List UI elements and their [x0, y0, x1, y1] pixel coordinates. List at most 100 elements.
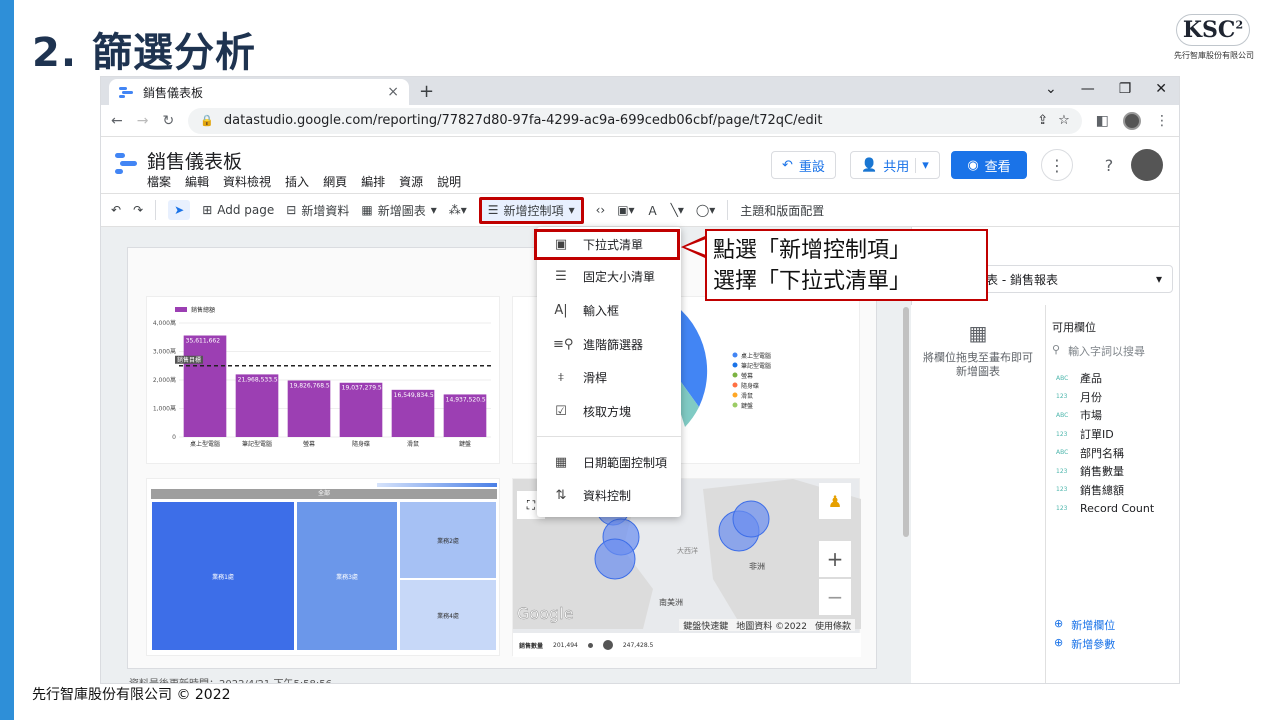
text-type-icon: ABC	[1056, 374, 1069, 382]
pie-legend-swatch	[732, 402, 738, 408]
image-icon[interactable]: ▣▾	[617, 203, 634, 217]
url-bar[interactable]: 🔒 datastudio.google.com/reporting/77827d…	[188, 107, 1082, 134]
bar-chart[interactable]: 銷售總額 0 1,000萬 2,000萬 3,000萬 4,000萬 35,611,662 桌…	[146, 296, 500, 464]
browser-tab[interactable]: 銷售儀表板 ×	[109, 79, 409, 105]
bar-legend-swatch	[175, 307, 187, 312]
treemap-cell-4[interactable]: 業務4處	[399, 579, 497, 651]
advanced-filter-icon: ≡⚲	[553, 336, 574, 352]
field-item[interactable]: 123 月份	[1046, 388, 1179, 407]
back-icon[interactable]: ←	[111, 113, 123, 129]
map-terms-link[interactable]: 使用條款	[815, 619, 851, 632]
map-shortcuts-link[interactable]: 鍵盤快速鍵	[683, 619, 728, 632]
add-chart-button[interactable]: ▦ 新增圖表 ▾	[361, 202, 436, 219]
add-field-button[interactable]: ⊕ 新增欄位	[1054, 617, 1115, 633]
slide-footer: 先行智庫股份有限公司 © 2022	[32, 687, 231, 703]
shape-icon[interactable]: ◯▾	[696, 203, 715, 217]
embed-code-icon[interactable]: ‹›	[596, 203, 606, 217]
menu-item-dropdown-list[interactable]: ▣ 下拉式清單	[534, 229, 680, 260]
line-icon[interactable]: ╲▾	[671, 203, 684, 217]
add-circle-icon: ⊕	[1054, 617, 1064, 630]
field-item[interactable]: ABC 市場	[1046, 406, 1179, 425]
field-item[interactable]: 123 Record Count	[1046, 499, 1179, 518]
zoom-in-button[interactable]: +	[819, 541, 851, 577]
callout-line-1: 點選「新增控制項」	[713, 238, 912, 263]
help-icon[interactable]: ?	[1093, 149, 1125, 181]
text-type-icon: ABC	[1056, 411, 1069, 419]
close-window-icon[interactable]: ✕	[1155, 81, 1167, 97]
profile-avatar[interactable]	[1123, 111, 1141, 130]
more-options-button[interactable]: ⋮	[1041, 149, 1073, 181]
menu-item-date-range[interactable]: ▦ 日期範圍控制項	[537, 445, 681, 479]
bookmark-star-icon[interactable]: ☆	[1058, 113, 1070, 128]
report-canvas[interactable]: 銷售總額 0 1,000萬 2,000萬 3,000萬 4,000萬 35,611,662 桌…	[127, 247, 877, 669]
tab-close-icon[interactable]: ×	[387, 84, 399, 100]
available-fields-pane: 可用欄位 ⚲ 輸入字詞以搜尋 ABC 產品 123 月份 ABC 市場 123 訂單ID ABC 部…	[1045, 305, 1179, 683]
field-item[interactable]: 123 訂單ID	[1046, 425, 1179, 444]
number-type-icon: 123	[1056, 467, 1068, 475]
add-person-icon: 👤	[861, 157, 878, 173]
zoom-out-button[interactable]: −	[819, 579, 851, 615]
redo-icon[interactable]: ↷	[133, 203, 143, 217]
menu-insert[interactable]: 插入	[285, 173, 309, 190]
menu-resource[interactable]: 資源	[399, 173, 423, 190]
menu-help[interactable]: 說明	[437, 173, 461, 190]
user-avatar[interactable]	[1131, 149, 1163, 181]
select-cursor-icon[interactable]: ➤	[168, 200, 191, 220]
reset-button[interactable]: ↶ 重設	[771, 151, 836, 179]
map-bubble[interactable]	[594, 538, 636, 580]
menu-item-checkbox[interactable]: ☑ 核取方塊	[537, 395, 681, 429]
add-param-button[interactable]: ⊕ 新增參數	[1054, 636, 1115, 652]
menu-file[interactable]: 檔案	[147, 173, 171, 190]
report-title[interactable]: 銷售儀表板	[147, 147, 242, 174]
field-item[interactable]: 123 銷售數量	[1046, 462, 1179, 481]
undo-icon[interactable]: ↶	[111, 203, 121, 217]
menu-item-input-box[interactable]: A| 輸入框	[537, 294, 681, 328]
menu-edit[interactable]: 編輯	[185, 173, 209, 190]
slide: 2. 篩選分析 KSC2 先行智庫股份有限公司 先行智庫股份有限公司 © 202…	[0, 0, 1280, 720]
tab-search-icon[interactable]: ⌄	[1045, 81, 1057, 97]
side-panel-icon[interactable]: ◧	[1096, 113, 1109, 129]
restore-icon[interactable]: ❐	[1119, 81, 1132, 97]
menu-data-view[interactable]: 資料檢視	[223, 173, 271, 190]
menu-item-advanced-filter[interactable]: ≡⚲ 進階篩選器	[537, 327, 681, 361]
browser-menu-icon[interactable]: ⋮	[1155, 113, 1169, 129]
community-viz-icon[interactable]: ⁂▾	[449, 203, 467, 217]
street-view-pegman-icon[interactable]: ♟	[819, 483, 851, 519]
datasource-select[interactable]: 報表 - 銷售報表 ▾	[963, 265, 1173, 293]
field-item[interactable]: 123 銷售總額	[1046, 481, 1179, 500]
share-dropdown-icon[interactable]: ▾	[915, 157, 929, 173]
forward-icon[interactable]: →	[137, 113, 149, 129]
menu-item-slider[interactable]: ⧧ 滑桿	[537, 361, 681, 395]
field-item[interactable]: ABC 部門名稱	[1046, 443, 1179, 462]
add-page-button[interactable]: ⊞ Add page	[202, 203, 274, 217]
add-data-button[interactable]: ⊟ 新增資料	[286, 202, 349, 219]
menu-item-fixed-list[interactable]: ☰ 固定大小清單	[537, 260, 681, 294]
url-text[interactable]: datastudio.google.com/reporting/77827d80…	[224, 113, 1027, 128]
share-button[interactable]: 👤 共用 ▾	[850, 151, 940, 179]
pie-legend-swatch	[732, 352, 738, 358]
map-bubble[interactable]	[732, 500, 770, 538]
treemap-cell-1[interactable]: 業務1處	[151, 501, 295, 651]
available-fields-title: 可用欄位	[1052, 321, 1096, 334]
search-icon: ⚲	[1052, 343, 1061, 356]
y-tick-label: 3,000萬	[153, 348, 176, 356]
treemap-cell-2[interactable]: 業務2處	[399, 501, 497, 579]
share-page-icon[interactable]: ⇪	[1037, 113, 1048, 128]
reload-icon[interactable]: ↻	[162, 113, 174, 129]
minimize-icon[interactable]: —	[1081, 81, 1095, 97]
theme-layout-button[interactable]: 主題和版面配置	[740, 202, 824, 219]
menu-item-data-control[interactable]: ⇅ 資料控制	[537, 479, 681, 513]
field-item[interactable]: ABC 產品	[1046, 369, 1179, 388]
view-button[interactable]: ◉ 查看	[951, 151, 1027, 179]
field-search[interactable]: ⚲ 輸入字詞以搜尋	[1046, 339, 1179, 369]
add-control-button[interactable]: ☰ 新增控制項 ▾	[478, 196, 584, 224]
datastudio-logo-icon	[115, 151, 137, 175]
logo-mark: KSC2	[1175, 14, 1251, 46]
new-tab-button[interactable]: +	[419, 81, 434, 102]
text-box-icon[interactable]: Ａ	[647, 202, 659, 219]
menu-page[interactable]: 網頁	[323, 173, 347, 190]
menu-arrange[interactable]: 編排	[361, 173, 385, 190]
treemap-chart[interactable]: 全部 業務1處 業務3處 業務2處 業務4處	[146, 478, 500, 656]
treemap-cell-3[interactable]: 業務3處	[296, 501, 398, 651]
canvas-scrollbar[interactable]	[903, 307, 909, 537]
